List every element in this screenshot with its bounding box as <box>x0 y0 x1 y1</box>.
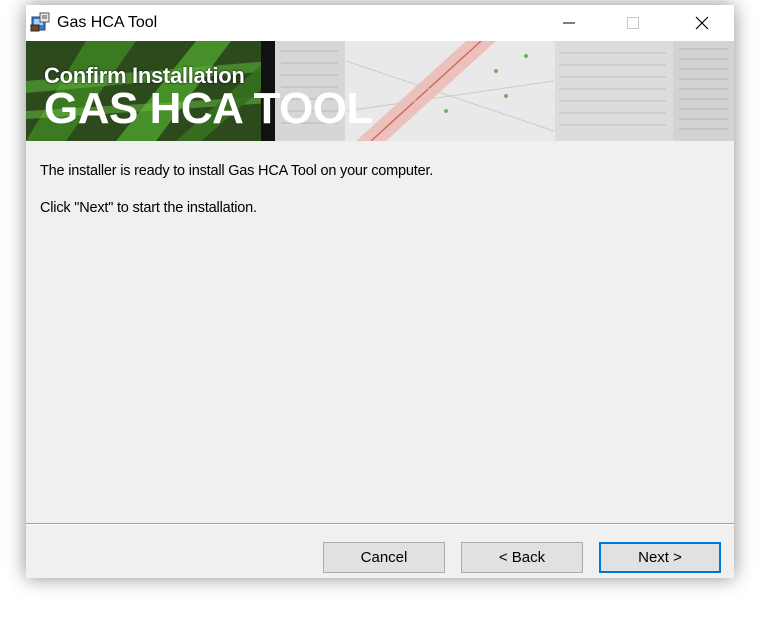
title-bar[interactable]: Gas HCA Tool <box>26 5 734 41</box>
close-button[interactable] <box>679 5 725 41</box>
next-button[interactable]: Next > <box>599 542 721 573</box>
instruction-message: Click "Next" to start the installation. <box>40 200 257 216</box>
window-title: Gas HCA Tool <box>57 14 158 31</box>
maximize-icon <box>627 17 639 29</box>
installer-app-icon <box>30 12 50 32</box>
footer-divider-highlight <box>26 524 734 525</box>
back-button[interactable]: < Back <box>461 542 583 573</box>
minimize-icon <box>563 22 575 24</box>
header-banner: Confirm Installation GAS HCA TOOL <box>26 41 734 141</box>
ready-message: The installer is ready to install Gas HC… <box>40 163 434 179</box>
minimize-button[interactable] <box>546 5 592 41</box>
close-icon <box>695 16 709 30</box>
cancel-button[interactable]: Cancel <box>323 542 445 573</box>
content-area: The installer is ready to install Gas HC… <box>26 141 734 523</box>
banner-product-name: GAS HCA TOOL <box>44 84 373 133</box>
installer-window: Gas HCA Tool Confirm Installation GAS HC… <box>26 5 734 578</box>
maximize-button[interactable] <box>610 5 656 41</box>
